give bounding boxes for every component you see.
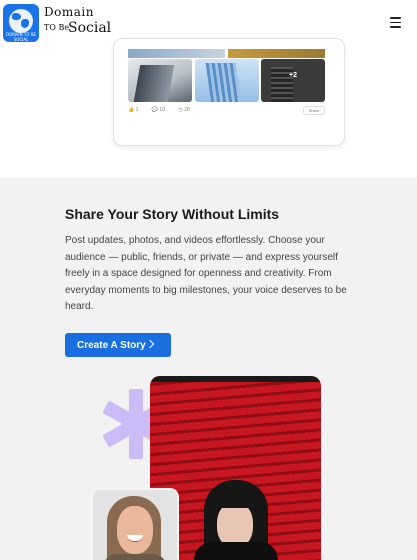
- create-story-button[interactable]: Create A Story: [65, 333, 171, 357]
- brand-name-line2a: TO Be: [44, 23, 70, 32]
- logo-badge-text: DOMAIN TO BE SOCIAL: [6, 32, 36, 42]
- likes-count: 👍 1: [128, 107, 139, 113]
- create-story-label: Create A Story: [77, 340, 146, 351]
- chevron-right-icon: [145, 339, 155, 349]
- photo-thumbnail: [128, 59, 192, 102]
- photo-thumbnail: [228, 49, 325, 58]
- photo-thumbnail: [128, 49, 225, 58]
- post-preview-card: +2 👍 1 💬 10 ◷ 20 Share: [113, 38, 345, 146]
- brand-name-line1: Domain: [44, 5, 94, 19]
- share-button[interactable]: Share: [303, 106, 325, 115]
- photo-thumbnail: [195, 59, 259, 102]
- hamburger-menu-icon[interactable]: [390, 16, 404, 30]
- brand-logo[interactable]: DOMAIN TO BE SOCIAL: [3, 4, 39, 42]
- story-photo-smiling-woman: [91, 488, 179, 560]
- brand-name-line2b: Social: [68, 20, 112, 36]
- views-count: ◷ 20: [178, 107, 190, 113]
- comments-count: 💬 10: [151, 107, 165, 113]
- hero-preview: +2 👍 1 💬 10 ◷ 20 Share: [0, 38, 417, 178]
- photo-thumbnail: +2: [261, 59, 325, 102]
- post-stats: 👍 1 💬 10 ◷ 20: [128, 107, 202, 117]
- section-description: Post updates, photos, and videos effortl…: [65, 235, 347, 313]
- more-photos-count: +2: [289, 72, 297, 79]
- section-title: Share Your Story Without Limits: [65, 206, 280, 222]
